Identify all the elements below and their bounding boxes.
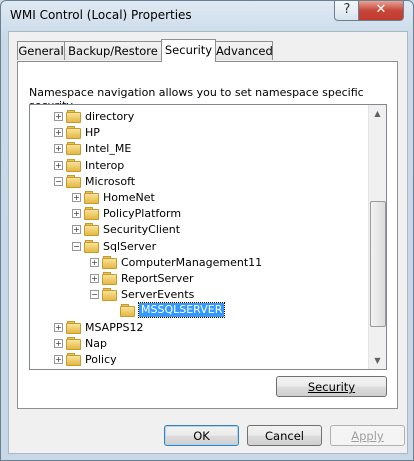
tree-item[interactable]: + ComputerManagement11 bbox=[30, 255, 360, 271]
cancel-button[interactable]: Cancel bbox=[247, 425, 322, 446]
folder-icon bbox=[84, 206, 100, 221]
apply-button-label: Apply bbox=[351, 429, 384, 443]
tree-item[interactable]: + directory bbox=[30, 109, 360, 125]
expand-icon[interactable]: + bbox=[72, 225, 81, 235]
expand-icon[interactable]: + bbox=[90, 257, 99, 267]
tree-item-label: MSAPPS12 bbox=[85, 320, 144, 334]
collapse-icon[interactable]: − bbox=[54, 176, 63, 186]
tree-item[interactable]: + SecurityClient bbox=[30, 222, 360, 238]
folder-icon bbox=[66, 336, 82, 350]
tree-item-label: SecurityClient bbox=[103, 223, 181, 237]
folder-icon bbox=[66, 320, 82, 334]
tree-item[interactable]: + Nap bbox=[30, 336, 360, 352]
folder-icon bbox=[66, 174, 82, 188]
tree-item-label: SqlServer bbox=[103, 239, 157, 253]
tree-item-label: ComputerManagement11 bbox=[121, 255, 263, 269]
tree-item-label: Microsoft bbox=[85, 174, 136, 188]
tree-item[interactable]: + HomeNet bbox=[30, 190, 360, 206]
expand-icon[interactable]: + bbox=[54, 355, 63, 364]
expand-icon[interactable]: + bbox=[54, 322, 63, 332]
expand-icon[interactable]: + bbox=[54, 112, 63, 121]
expand-icon[interactable]: + bbox=[54, 128, 63, 138]
tree-item-label: Intel_ME bbox=[85, 142, 132, 156]
tree-item[interactable]: + PolicyPlatform bbox=[30, 206, 360, 222]
folder-icon bbox=[102, 287, 118, 302]
security-button[interactable]: Security bbox=[276, 376, 387, 397]
tree-item[interactable]: MSSQLSERVER bbox=[30, 302, 360, 319]
tree-item-label: Policy bbox=[85, 353, 117, 366]
folder-icon bbox=[66, 158, 82, 172]
folder-icon bbox=[84, 222, 100, 237]
folder-icon bbox=[66, 109, 82, 123]
folder-icon bbox=[66, 141, 82, 156]
tree-item[interactable]: − Microsoft bbox=[30, 174, 360, 190]
tab-advanced[interactable]: Advanced bbox=[215, 41, 273, 60]
folder-icon bbox=[66, 352, 82, 366]
security-tab-panel: Namespace navigation allows you to set n… bbox=[17, 61, 398, 409]
dialog-client: General Backup/Restore Security Advanced… bbox=[8, 31, 408, 454]
tree-item-label: directory bbox=[85, 110, 135, 123]
expand-icon[interactable]: + bbox=[90, 274, 99, 283]
tree-item-label: HP bbox=[85, 126, 100, 140]
folder-icon bbox=[84, 239, 100, 253]
folder-icon bbox=[120, 303, 136, 318]
tree-item[interactable]: − SqlServer bbox=[30, 239, 360, 255]
tree-item-label: ReportServer bbox=[121, 272, 194, 285]
tree-item-label: ServerEvents bbox=[121, 288, 195, 302]
tab-backup-restore[interactable]: Backup/Restore bbox=[64, 41, 162, 60]
title-bar[interactable]: WMI Control (Local) Properties ? ✕ bbox=[1, 1, 413, 31]
folder-icon bbox=[102, 255, 118, 269]
scroll-thumb[interactable] bbox=[370, 201, 386, 327]
tree-item-label: RSOP bbox=[85, 369, 115, 370]
help-button[interactable]: ? bbox=[334, 1, 360, 21]
tree-item[interactable]: + Intel_ME bbox=[30, 141, 360, 157]
collapse-icon[interactable]: − bbox=[72, 241, 81, 251]
properties-window: WMI Control (Local) Properties ? ✕ Gener… bbox=[0, 0, 414, 461]
ok-button[interactable]: OK bbox=[164, 425, 239, 446]
expand-icon[interactable]: + bbox=[72, 193, 81, 202]
collapse-icon[interactable]: − bbox=[90, 290, 99, 300]
tree-item-label: Nap bbox=[85, 336, 107, 350]
tree-item[interactable]: + Interop bbox=[30, 158, 360, 174]
expand-icon[interactable]: + bbox=[54, 144, 63, 154]
window-title: WMI Control (Local) Properties bbox=[10, 8, 192, 22]
folder-icon bbox=[102, 271, 118, 285]
tree-item-label: HomeNet bbox=[103, 191, 155, 204]
tree-item[interactable]: − ServerEvents bbox=[30, 287, 360, 303]
tree-item-label: Interop bbox=[85, 158, 125, 172]
apply-button[interactable]: Apply bbox=[330, 425, 405, 446]
close-icon: ✕ bbox=[375, 2, 387, 17]
folder-icon bbox=[66, 368, 82, 369]
tab-general[interactable]: General bbox=[17, 41, 65, 60]
scroll-up-icon[interactable]: ▲ bbox=[369, 105, 386, 122]
security-button-label: Security bbox=[307, 380, 356, 394]
folder-icon bbox=[66, 125, 82, 140]
help-icon: ? bbox=[343, 2, 351, 17]
expand-icon[interactable]: + bbox=[72, 209, 81, 219]
tab-security[interactable]: Security bbox=[161, 39, 216, 62]
expand-icon[interactable]: + bbox=[54, 338, 63, 348]
tree-item[interactable]: +RSOP bbox=[30, 368, 360, 370]
tree-item[interactable]: + HP bbox=[30, 125, 360, 141]
tree-item[interactable]: + ReportServer bbox=[30, 271, 360, 287]
folder-icon bbox=[84, 190, 100, 204]
tree-item-label: PolicyPlatform bbox=[103, 207, 182, 221]
tree-item-label: MSSQLSERVER bbox=[137, 302, 226, 319]
tree-scrollbar[interactable]: ▲ ▼ bbox=[368, 105, 386, 369]
scroll-down-icon[interactable]: ▼ bbox=[369, 352, 386, 369]
tree-item[interactable]: + Policy bbox=[30, 352, 360, 368]
close-button[interactable]: ✕ bbox=[358, 1, 404, 21]
tree-content: + directory + HP + Intel_ME + Interop − Microsoft… bbox=[30, 105, 368, 369]
namespace-tree[interactable]: + directory + HP + Intel_ME + Interop − Microsoft… bbox=[29, 104, 387, 370]
expand-icon[interactable]: + bbox=[54, 160, 63, 170]
tree-item[interactable]: + MSAPPS12 bbox=[30, 320, 360, 336]
